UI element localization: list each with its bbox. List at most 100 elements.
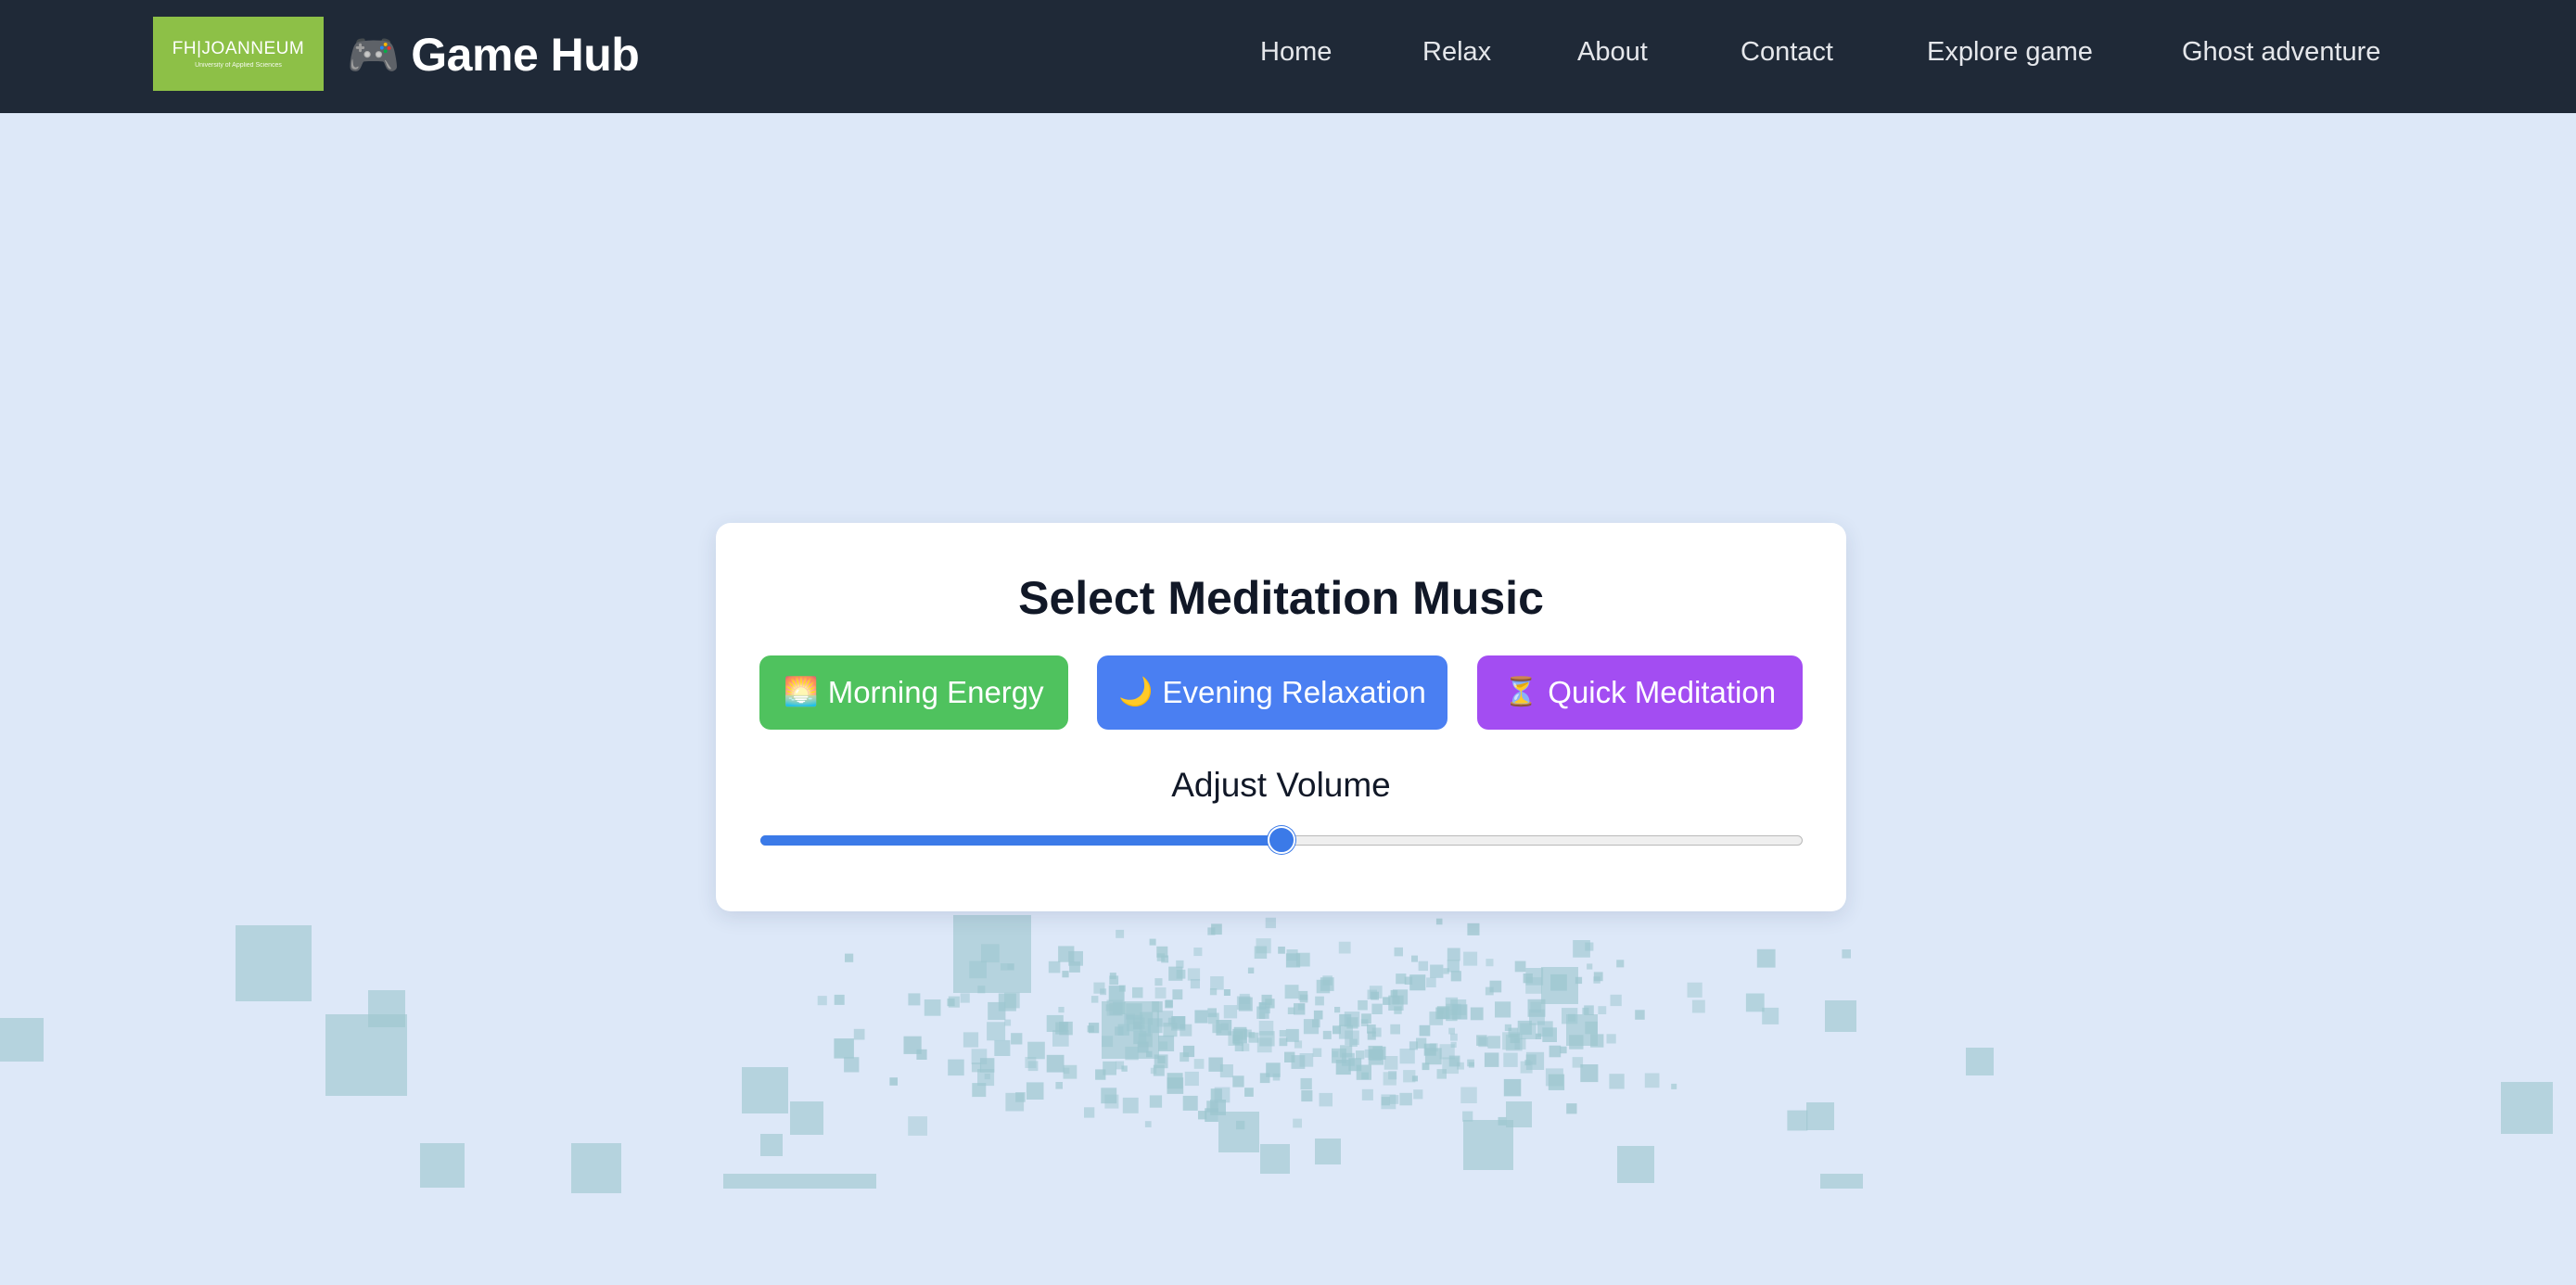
particle-square	[1027, 1041, 1045, 1060]
navbar: FH|JOANNEUM University of Applied Scienc…	[0, 0, 2576, 113]
particle-square	[1236, 1120, 1245, 1130]
particle-square	[1825, 1000, 1856, 1032]
particle-square	[1161, 955, 1169, 963]
particle-square	[1416, 1037, 1427, 1049]
particle-square	[969, 961, 987, 979]
particle-square	[1238, 997, 1253, 1011]
particle-square	[1048, 961, 1061, 973]
particle-square	[1285, 953, 1301, 968]
particle-square	[844, 1057, 860, 1073]
particle-square	[1104, 1094, 1119, 1109]
particle-square	[1424, 1048, 1442, 1065]
particle-square	[1587, 963, 1593, 970]
particle-square	[1460, 1087, 1477, 1103]
evening-relaxation-button[interactable]: 🌙 Evening Relaxation	[1097, 655, 1447, 730]
particle-square	[1585, 1021, 1598, 1035]
particle-square	[1334, 1007, 1341, 1013]
particle-square	[903, 1036, 922, 1054]
particle-square	[994, 1039, 1011, 1056]
particle-square	[1609, 1074, 1625, 1089]
morning-energy-button[interactable]: 🌅 Morning Energy	[759, 655, 1068, 730]
particle-square	[1167, 1073, 1183, 1089]
particle-square	[1272, 1073, 1281, 1081]
particle-square	[1322, 1030, 1332, 1039]
particle-square	[1223, 989, 1231, 996]
particle-square	[1316, 979, 1331, 994]
particle-square	[1396, 973, 1407, 985]
particle-square	[1300, 1077, 1312, 1090]
particle-square	[1190, 979, 1200, 989]
nav-link-home[interactable]: Home	[1260, 37, 1332, 68]
particle-square	[1506, 1101, 1532, 1127]
particle-square	[1436, 1069, 1447, 1079]
particle-square	[1259, 1031, 1275, 1047]
particle-square	[1144, 1121, 1152, 1127]
particle-square	[1360, 1019, 1369, 1026]
particle-square	[571, 1143, 621, 1193]
particle-square	[1193, 1059, 1205, 1069]
particle-square	[1228, 1031, 1243, 1046]
particle-square	[1566, 1014, 1598, 1046]
particle-square	[1413, 1089, 1423, 1100]
particle-square	[1139, 1024, 1151, 1037]
quick-meditation-button[interactable]: ⏳ Quick Meditation	[1477, 655, 1803, 730]
nav-link-explore-game[interactable]: Explore game	[1927, 37, 2093, 68]
particle-square	[1520, 1061, 1533, 1074]
particle-square	[1209, 988, 1218, 996]
particle-square	[1560, 1046, 1567, 1054]
particle-square	[1087, 1025, 1094, 1033]
particle-square	[1156, 953, 1166, 961]
particle-square	[948, 1059, 964, 1076]
particle-square	[1260, 1144, 1290, 1174]
particle-square	[1356, 1050, 1365, 1060]
particle-square	[1126, 1003, 1142, 1020]
particle-square	[1004, 992, 1020, 1009]
particle-square	[1116, 1061, 1125, 1070]
particle-square	[1259, 1073, 1270, 1084]
particle-square	[1167, 1017, 1176, 1025]
particle-square	[1140, 1011, 1154, 1025]
particle-square	[1429, 1011, 1444, 1025]
particle-square	[1004, 1019, 1012, 1026]
particle-square	[1146, 1050, 1153, 1058]
particle-square	[1550, 973, 1567, 991]
hourglass-icon: ⏳	[1503, 676, 1539, 708]
particle-square	[368, 990, 405, 1027]
particle-square	[1367, 989, 1377, 999]
particle-square	[1241, 1043, 1250, 1051]
particle-square	[1113, 1001, 1126, 1014]
particle-square	[1026, 1082, 1044, 1100]
particle-square	[1167, 1077, 1184, 1094]
nav-link-about[interactable]: About	[1577, 37, 1648, 68]
particle-square	[1147, 1018, 1163, 1034]
particle-square	[1598, 1006, 1607, 1014]
particle-square	[1447, 948, 1460, 961]
volume-slider-fill	[760, 835, 1282, 846]
particle-square	[1476, 1035, 1487, 1046]
particle-square	[963, 1032, 979, 1048]
volume-slider-thumb[interactable]	[1268, 826, 1295, 854]
nav-link-ghost-adventure[interactable]: Ghost adventure	[2182, 37, 2380, 68]
particle-square	[1495, 1001, 1511, 1018]
particle-square	[1394, 1006, 1402, 1014]
particle-square	[1297, 1003, 1305, 1011]
particle-square	[1294, 1040, 1303, 1049]
particle-square	[1383, 1072, 1396, 1086]
particle-square	[1545, 1068, 1563, 1087]
nav-link-contact[interactable]: Contact	[1741, 37, 1833, 68]
particle-square	[1542, 1027, 1557, 1042]
particle-square	[1285, 1028, 1299, 1042]
particle-square	[1332, 1048, 1346, 1063]
particle-square	[1356, 1064, 1371, 1080]
particle-square	[1265, 999, 1275, 1009]
nav-link-relax[interactable]: Relax	[1422, 37, 1491, 68]
volume-slider[interactable]	[760, 821, 1803, 859]
particle-square	[1284, 1051, 1295, 1062]
particle-square	[1194, 1010, 1208, 1024]
particle-square	[1409, 974, 1426, 991]
particle-square	[1284, 985, 1299, 999]
particle-square	[1485, 986, 1494, 996]
particle-square	[1429, 1043, 1438, 1052]
particle-square	[1247, 967, 1255, 973]
particle-square	[1445, 997, 1459, 1011]
